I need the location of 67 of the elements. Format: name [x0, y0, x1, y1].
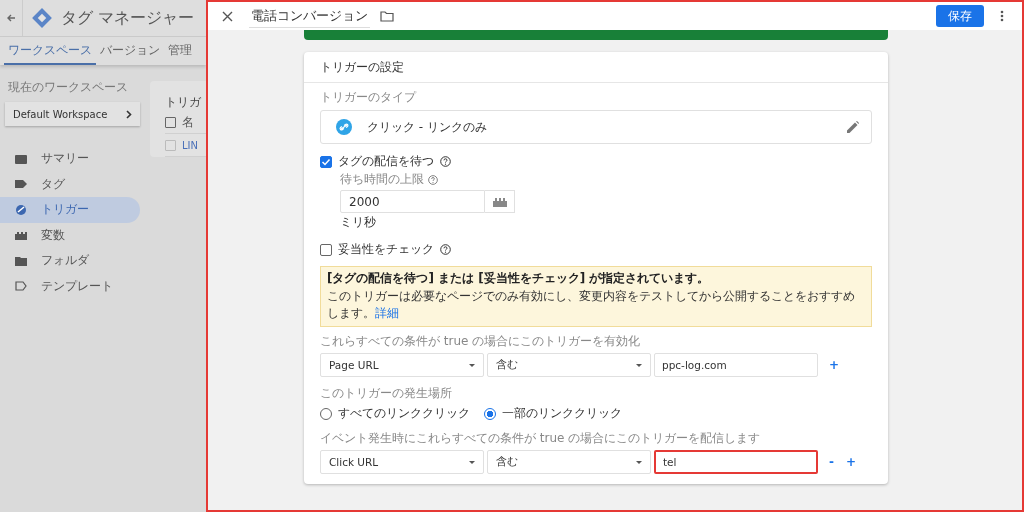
- radio-label: すべてのリンククリック: [338, 405, 470, 422]
- help-icon[interactable]: [428, 174, 438, 185]
- app-title: タグ マネージャー: [61, 7, 195, 29]
- nav-item[interactable]: トリガー: [0, 197, 140, 223]
- nav-item[interactable]: タグ: [0, 171, 140, 197]
- save-button[interactable]: 保存: [936, 5, 984, 27]
- checkbox-label: タグの配信を待つ: [338, 153, 434, 170]
- field-label: トリガーのタイプ: [320, 89, 418, 106]
- trigger-type-box[interactable]: クリック - リンクのみ: [320, 110, 872, 144]
- folder-icon: [15, 255, 27, 266]
- section-label: このトリガーの発生場所: [320, 385, 453, 402]
- value-field[interactable]: tel: [654, 450, 818, 474]
- link-icon: [336, 119, 352, 135]
- warning-text: このトリガーは必要なページでのみ有効にし、変更内容をテストしてから公開することをおすすめします。詳細: [327, 288, 856, 322]
- checkbox[interactable]: [165, 139, 176, 151]
- condition-action-button[interactable]: +: [844, 455, 859, 469]
- trigger-icon: [15, 204, 27, 215]
- tag-outline-icon: [15, 281, 27, 292]
- tag-icon: [15, 179, 27, 190]
- card-title: トリガーの設定: [304, 52, 888, 83]
- variable-select[interactable]: Page URL: [320, 353, 484, 377]
- field-label: 待ち時間の上限: [340, 171, 424, 188]
- caret-icon: [469, 363, 475, 367]
- close-icon[interactable]: [222, 10, 233, 22]
- caret-icon: [469, 460, 475, 464]
- help-icon[interactable]: [440, 244, 451, 255]
- caret-icon: [636, 460, 642, 464]
- nav-item[interactable]: フォルダ: [0, 248, 140, 274]
- workspace-button[interactable]: Default Workspace: [5, 102, 140, 126]
- checkbox-label: 妥当性をチェック: [338, 241, 434, 258]
- help-icon[interactable]: [440, 156, 451, 167]
- timeout-field[interactable]: 2000: [340, 190, 485, 213]
- blocks-icon[interactable]: [492, 196, 507, 207]
- unit-label: ミリ秒: [340, 214, 377, 231]
- nav-item[interactable]: サマリー: [0, 146, 140, 172]
- operator-select[interactable]: 含む: [487, 353, 651, 377]
- folder-icon[interactable]: [380, 10, 394, 22]
- variable-select[interactable]: Click URL: [320, 450, 484, 474]
- section-label: イベント発生時にこれらすべての条件が true の場合にこのトリガーを配信します: [320, 430, 762, 447]
- nav-item[interactable]: テンプレート: [0, 273, 140, 299]
- operator-select[interactable]: 含む: [487, 450, 651, 474]
- section-label: これらすべての条件が true の場合にこのトリガーを有効化: [320, 333, 642, 350]
- tab[interactable]: バージョン: [96, 37, 164, 65]
- checkbox[interactable]: [320, 155, 332, 168]
- workspace-label: 現在のワークスペース: [8, 79, 129, 96]
- checkbox[interactable]: [320, 243, 332, 256]
- blocks-icon: [15, 230, 27, 241]
- condition-action-button[interactable]: -: [827, 455, 836, 469]
- warning-title: [タグの配信を待つ] または [妥当性をチェック] が指定されています。: [327, 270, 711, 287]
- column-header: 名: [182, 113, 194, 131]
- pencil-icon[interactable]: [847, 121, 859, 133]
- radio-label: 一部のリンククリック: [502, 405, 622, 422]
- more-icon[interactable]: [1000, 10, 1004, 22]
- details-link[interactable]: 詳細: [375, 306, 399, 320]
- trigger-link[interactable]: LIN: [182, 139, 198, 151]
- nav-item[interactable]: 変数: [0, 222, 140, 248]
- trigger-type-name: クリック - リンクのみ: [367, 118, 487, 136]
- chevron-right-icon: [126, 109, 132, 119]
- value-field[interactable]: ppc-log.com: [654, 353, 818, 377]
- tab[interactable]: 管理: [164, 37, 196, 65]
- name-field[interactable]: 電話コンバージョン: [249, 4, 370, 28]
- condition-action-button[interactable]: +: [827, 358, 842, 372]
- radio-button[interactable]: [484, 407, 496, 420]
- checkbox[interactable]: [165, 116, 176, 128]
- caret-icon: [636, 363, 642, 367]
- tab[interactable]: ワークスペース: [4, 37, 96, 65]
- card-title: トリガ: [165, 94, 202, 111]
